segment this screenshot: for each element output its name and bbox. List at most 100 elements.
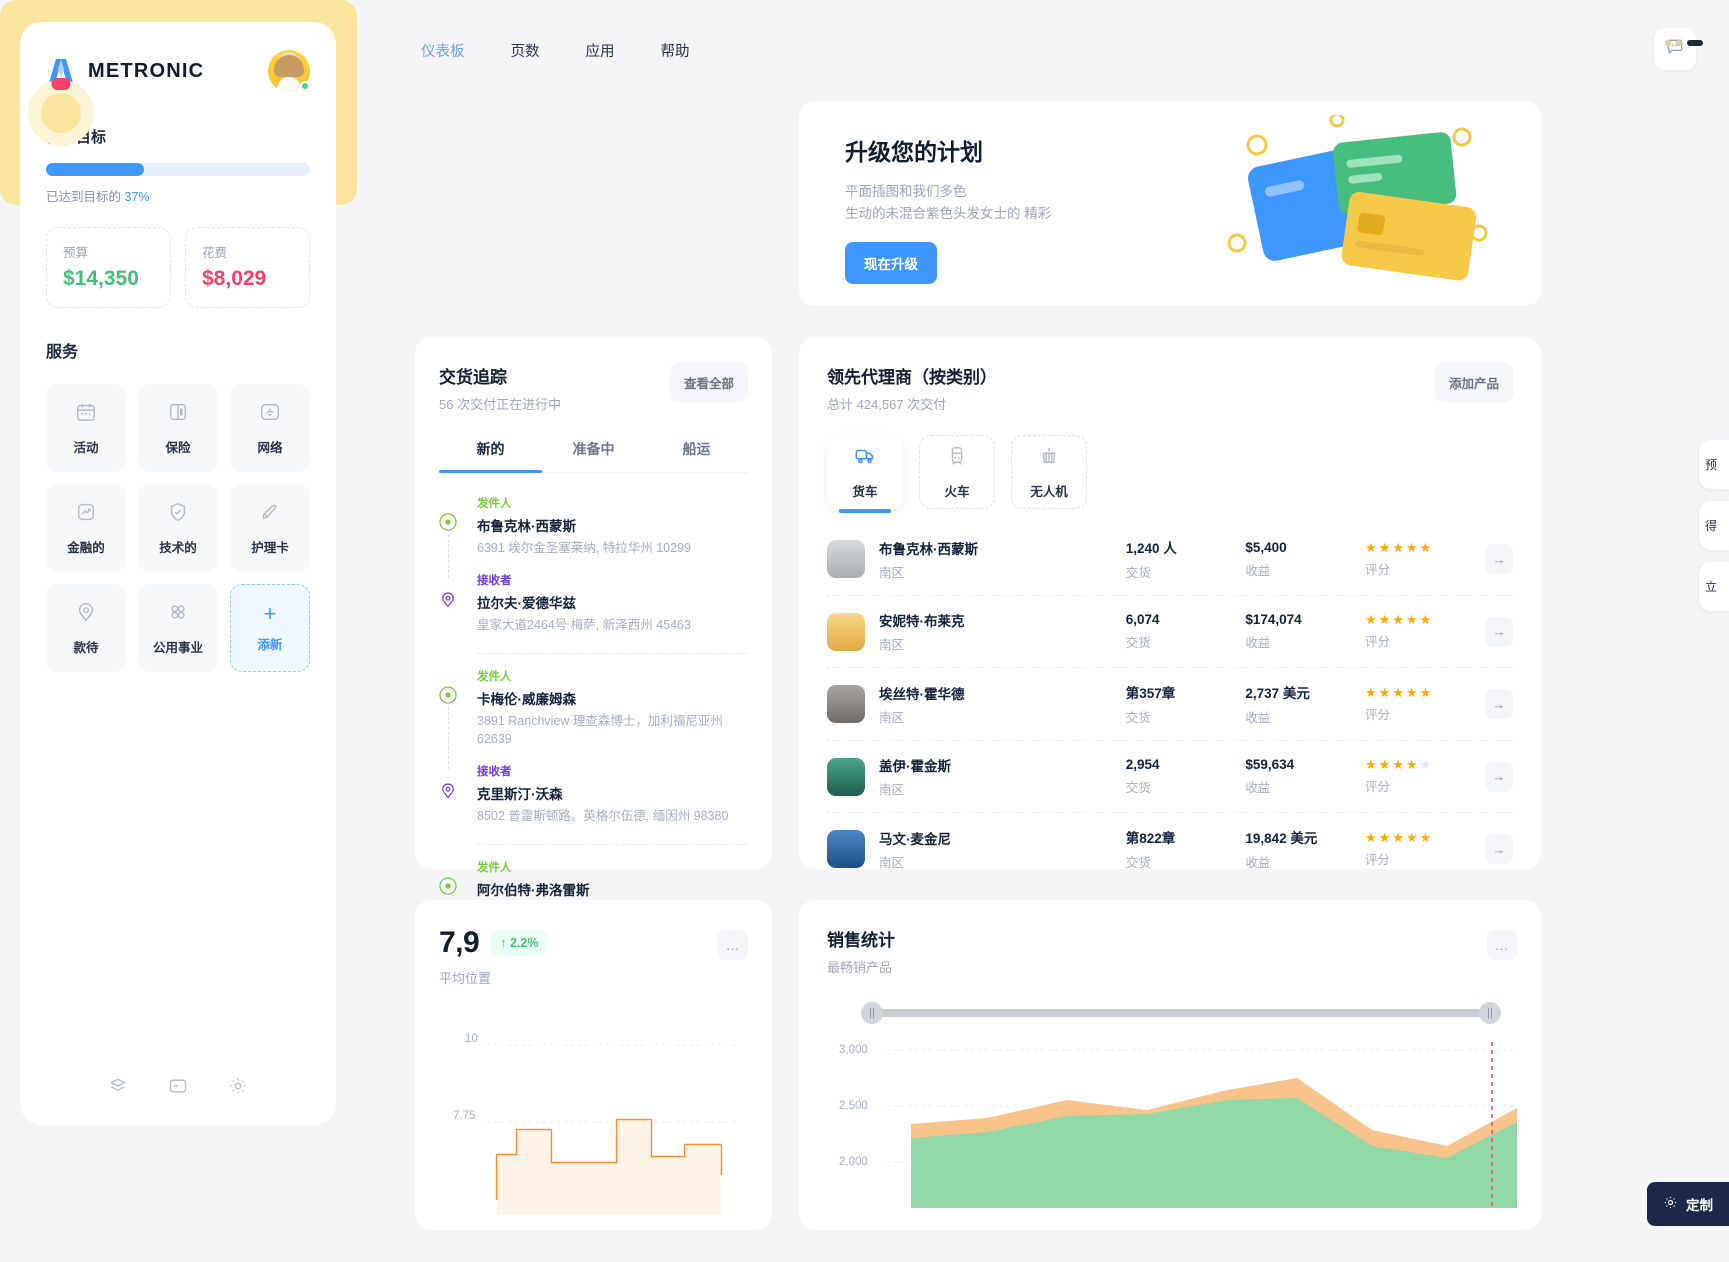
- online-status-dot: [300, 81, 310, 91]
- arrow-right-icon[interactable]: →: [1484, 544, 1514, 574]
- star-icon: ★: [1378, 757, 1391, 772]
- star-icon: ★: [1405, 829, 1418, 845]
- sales-statistics-card: 销售统计 最畅销产品 … || || 3,000 2,500 2,000: [799, 900, 1541, 1230]
- table-row[interactable]: 安妮特·布莱克 南区 6,074 交货 $174,074 收益 ★ ★ ★ ★ ★ 评分: [827, 596, 1514, 668]
- sidebar-footer: [46, 1076, 310, 1107]
- service-label: 网络: [257, 440, 283, 455]
- deliveries-value: 2,954: [1125, 757, 1160, 772]
- nav-item-pages[interactable]: 页数: [505, 36, 546, 65]
- agent-identity: 马文·麦金尼 南区: [879, 828, 1126, 871]
- rail-item-3[interactable]: 立: [1699, 562, 1729, 611]
- star-rating: ★ ★ ★ ★ ★: [1365, 758, 1485, 771]
- mode-train[interactable]: 火车: [919, 435, 995, 509]
- note-icon[interactable]: [168, 1076, 188, 1101]
- nav-item-apps[interactable]: 应用: [580, 36, 621, 65]
- service-label: 活动: [73, 440, 99, 455]
- mode-label: 火车: [944, 484, 970, 499]
- mode-label: 无人机: [1030, 484, 1068, 499]
- table-row[interactable]: 布鲁克林·西蒙斯 南区 1,240 人 交货 $5,400 收益 ★ ★ ★ ★ ★ 评…: [827, 523, 1514, 596]
- avg-position-value: 7,9: [439, 926, 480, 959]
- avatar[interactable]: [268, 50, 310, 92]
- ellipsis-icon[interactable]: …: [718, 930, 748, 960]
- layers-icon[interactable]: [108, 1076, 128, 1101]
- upgrade-description: 平面插图和我们多色 生动的未混合紫色头发女士的 精彩: [845, 181, 1541, 224]
- mode-label: 货车: [852, 484, 878, 499]
- train-icon: [946, 445, 968, 472]
- upgrade-desc-line-1: 平面插图和我们多色: [845, 184, 967, 199]
- carousel-dot-active[interactable]: [1687, 40, 1703, 46]
- delivery-card-header: 交货追踪 56 次交付正在进行中 查看全部: [439, 363, 748, 413]
- right-rail: 预 得 立: [1699, 440, 1729, 623]
- slider-track[interactable]: [861, 1009, 1501, 1017]
- agent-region: 南区: [879, 565, 905, 580]
- tab-preparing[interactable]: 准备中: [542, 439, 645, 472]
- ellipsis-icon[interactable]: …: [1487, 930, 1517, 960]
- service-utilities[interactable]: 公用事业: [138, 584, 218, 672]
- table-row[interactable]: 马文·麦金尼 南区 第822章 交货 19,842 美元 收益 ★ ★ ★ ★ ★ 评分: [827, 813, 1514, 885]
- sales-title: 销售统计: [827, 931, 895, 950]
- service-insurance[interactable]: 保险: [138, 384, 218, 472]
- drone-icon: [1038, 445, 1060, 472]
- carousel-indicator[interactable]: [1665, 40, 1703, 46]
- arrow-right-icon[interactable]: →: [1484, 616, 1514, 647]
- service-label: 金融的: [67, 540, 105, 555]
- add-product-button[interactable]: 添加产品: [1434, 363, 1513, 402]
- service-technical[interactable]: 技术的: [138, 484, 218, 572]
- rail-item-1[interactable]: 预: [1699, 440, 1729, 489]
- table-row[interactable]: 埃丝特·霍华德 南区 第357章 交货 2,737 美元 收益 ★ ★ ★ ★ ★ 评分: [827, 668, 1514, 741]
- arrow-right-icon[interactable]: →: [1484, 689, 1514, 719]
- avg-position-headline: 7,9 ↑ 2.2%: [439, 926, 748, 960]
- star-icon: ★: [1392, 684, 1404, 700]
- service-add-new[interactable]: + 添新: [230, 584, 310, 672]
- timeline-sender-2: 发件人 卡梅伦·威廉姆森 3891 Ranchview 理查森博士，加利福尼亚州…: [439, 668, 748, 769]
- carousel-dot[interactable]: [1676, 40, 1682, 46]
- deliveries-label: 交货: [1125, 566, 1151, 580]
- upgrade-desc-line-2: 生动的未混合紫色头发女士的 精彩: [845, 205, 1052, 221]
- service-network[interactable]: 网络: [230, 384, 310, 472]
- nav-item-dashboard[interactable]: 仪表板: [415, 36, 471, 65]
- avatar: [827, 757, 865, 796]
- chart-range-slider[interactable]: || ||: [861, 1002, 1501, 1024]
- star-rating: ★ ★ ★ ★ ★: [1365, 613, 1485, 626]
- service-financial[interactable]: 金融的: [46, 484, 126, 572]
- top-navigation: 仪表板 页数 应用 帮助: [415, 36, 696, 65]
- service-hospitality[interactable]: 款待: [46, 584, 126, 672]
- arrow-right-icon[interactable]: →: [1484, 761, 1514, 792]
- star-icon: ★: [1392, 612, 1404, 627]
- customize-button[interactable]: 定制: [1647, 1182, 1729, 1226]
- agent-identity: 安妮特·布莱克 南区: [879, 610, 1126, 653]
- receiver-name: 克里斯汀·沃森: [477, 787, 563, 802]
- upgrade-now-button[interactable]: 现在升级: [845, 242, 937, 285]
- slider-handle-right[interactable]: ||: [1479, 1002, 1501, 1024]
- arrow-right-icon[interactable]: →: [1484, 834, 1514, 864]
- service-label: 款待: [73, 640, 99, 655]
- agent-deliveries: 第357章 交货: [1126, 682, 1246, 726]
- deliveries-label: 交货: [1125, 856, 1151, 870]
- chat-button[interactable]: [1654, 28, 1696, 70]
- timeline-connector: [447, 529, 449, 578]
- book-icon: [167, 401, 189, 428]
- mode-truck[interactable]: 货车: [827, 435, 903, 513]
- view-all-button[interactable]: 查看全部: [669, 363, 748, 402]
- slider-handle-left[interactable]: ||: [861, 1002, 883, 1024]
- rail-item-2[interactable]: 得: [1699, 501, 1729, 550]
- deliveries-value: 第822章: [1125, 831, 1176, 846]
- timeline-receiver-2: 接收者 克里斯汀·沃森 8502 普雷斯顿路。英格尔伍德, 缅因州 98380: [439, 763, 748, 840]
- service-carecard[interactable]: 护理卡: [230, 484, 310, 572]
- tab-shipping[interactable]: 船运: [645, 439, 748, 472]
- carousel-dot[interactable]: [1665, 40, 1671, 46]
- service-label: 添新: [257, 638, 283, 652]
- agent-name: 布鲁克林·西蒙斯: [879, 541, 978, 557]
- service-activity[interactable]: 活动: [46, 384, 126, 472]
- rating-label: 评分: [1364, 635, 1390, 649]
- gear-icon[interactable]: [228, 1076, 248, 1101]
- agent-region: 南区: [879, 855, 905, 870]
- mode-drone[interactable]: 无人机: [1011, 435, 1087, 509]
- star-icon: ★: [1405, 539, 1418, 555]
- star-icon: ★: [1364, 684, 1377, 700]
- tab-new[interactable]: 新的: [439, 439, 542, 473]
- star-icon: ★: [1378, 684, 1391, 700]
- table-row[interactable]: 盖伊·霍金斯 南区 2,954 交货 $59,634 收益 ★ ★ ★ ★ ★ 评分: [827, 741, 1514, 813]
- nav-item-help[interactable]: 帮助: [655, 36, 696, 65]
- agents-card-header: 领先代理商（按类别） 总计 424,567 次交付 添加产品: [827, 363, 1513, 413]
